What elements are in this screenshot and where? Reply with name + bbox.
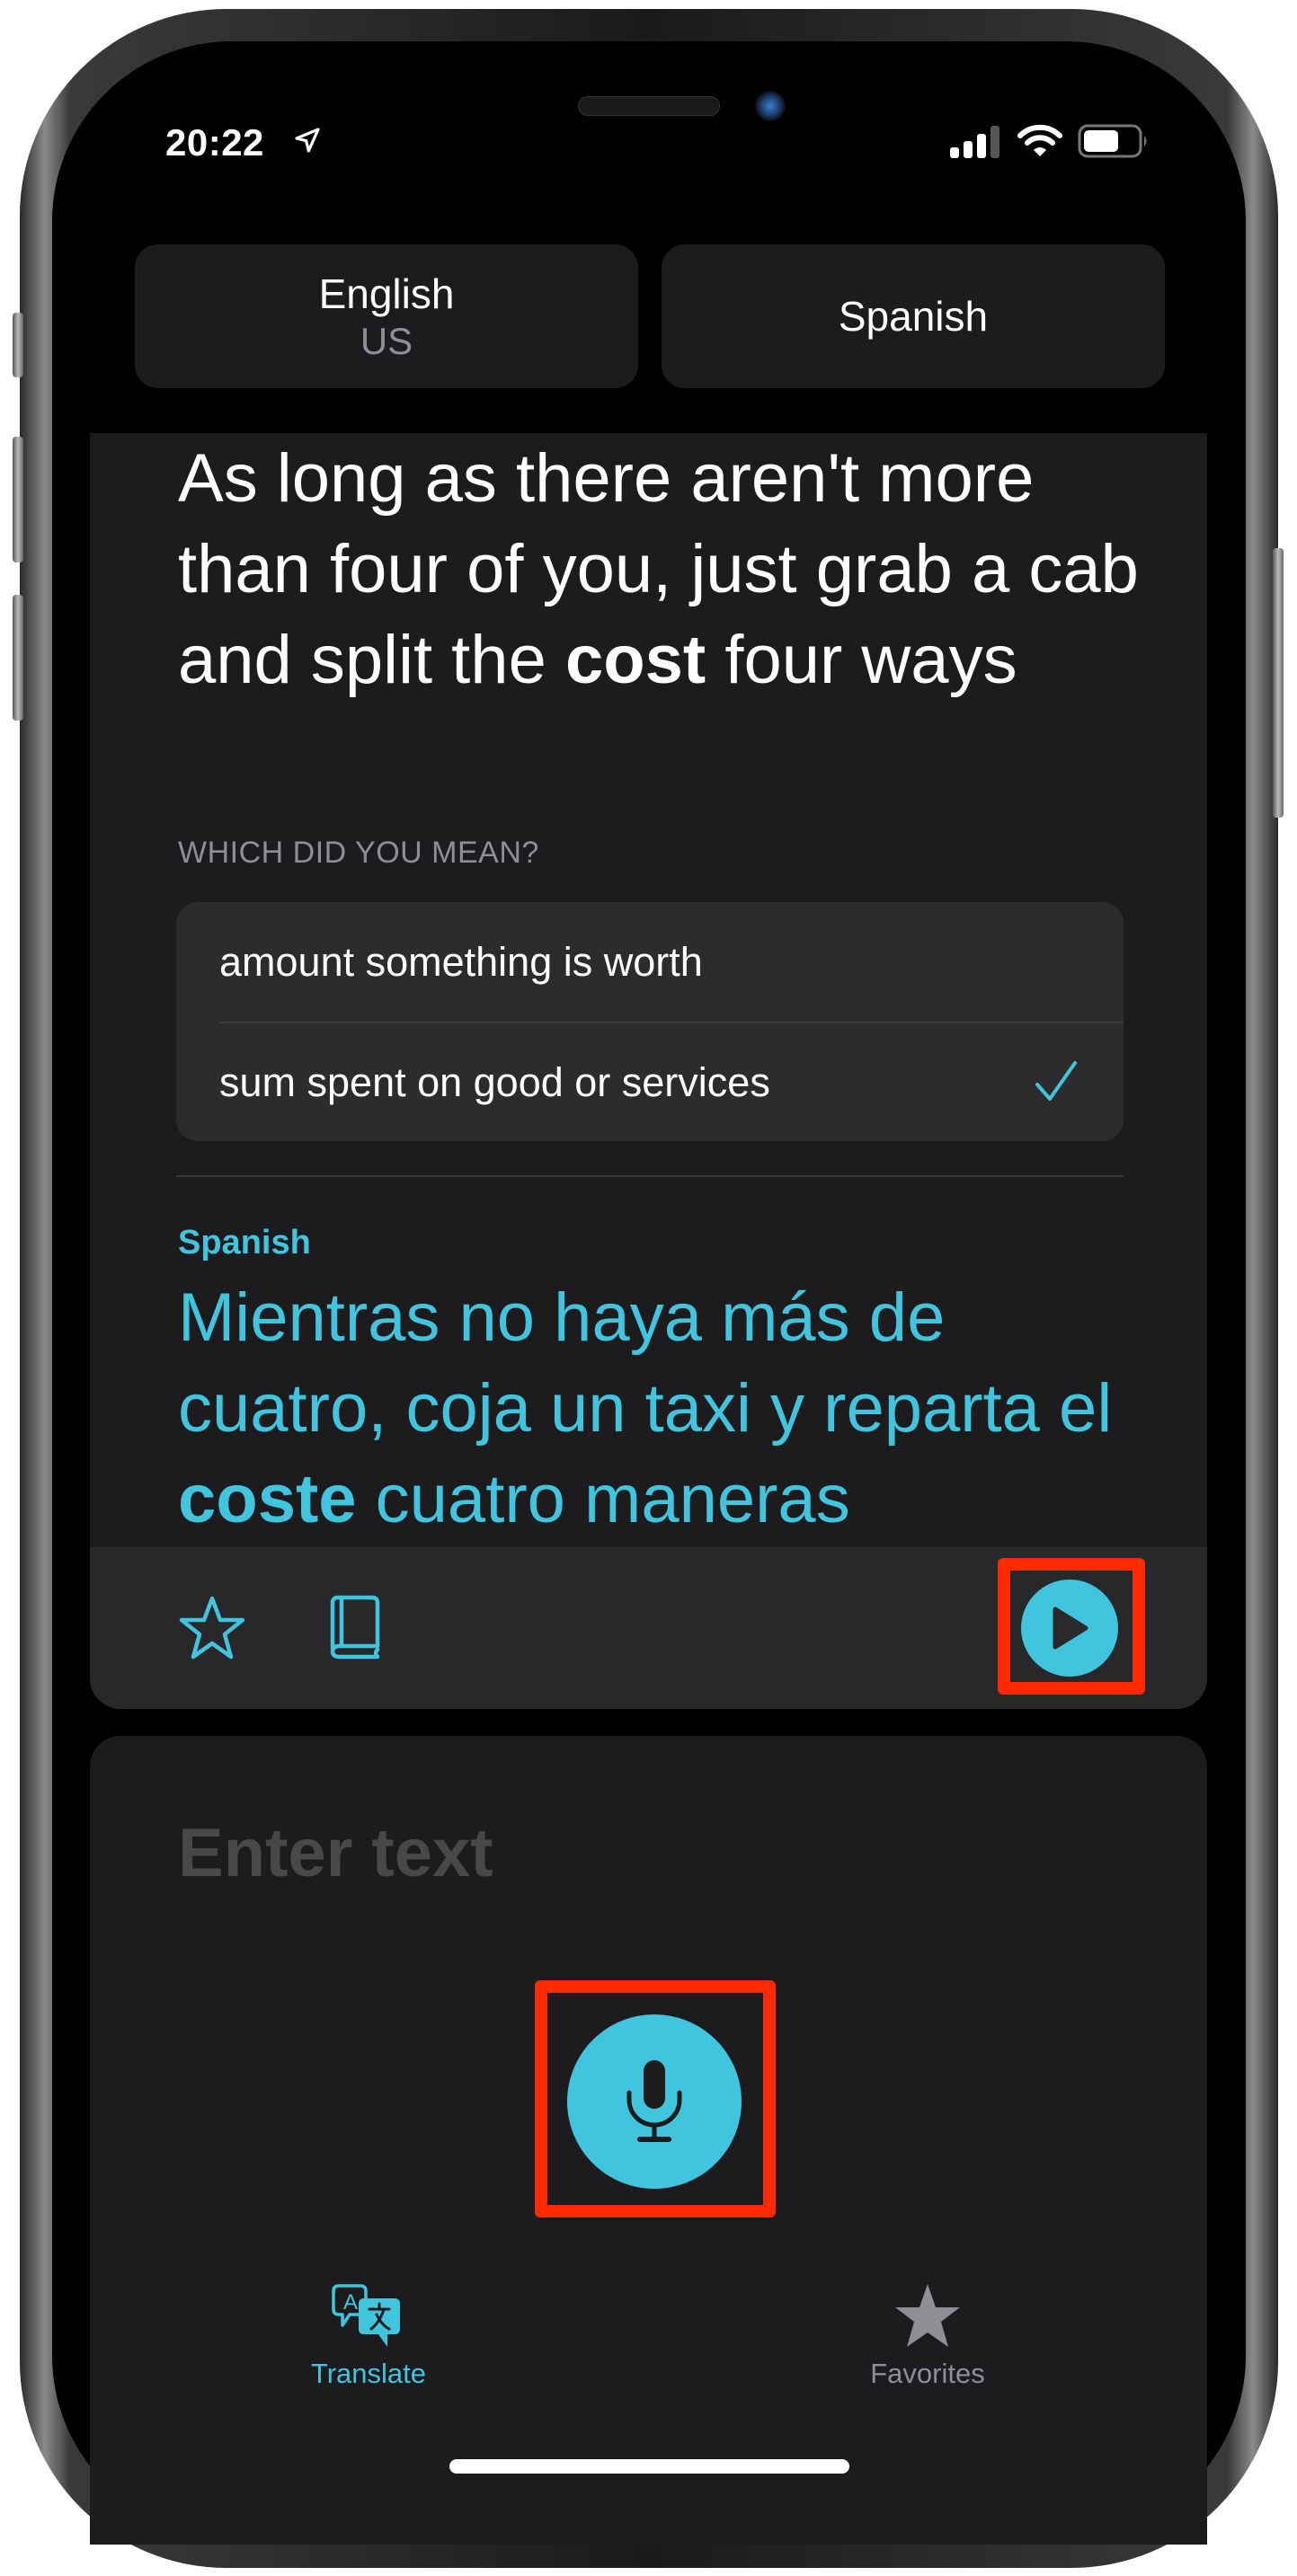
front-camera [755,91,786,121]
silent-switch [13,313,23,377]
option-label: sum spent on good or services [219,1058,770,1105]
source-highlighted-word[interactable]: cost [565,622,706,698]
svg-text:A: A [343,2290,358,2315]
source-text-part: four ways [706,622,1017,698]
battery-icon [1078,124,1147,158]
book-icon[interactable] [325,1594,385,1662]
tab-label: Favorites [870,2358,985,2389]
tab-label: Translate [310,2358,427,2389]
source-language-name: English [318,270,455,317]
target-language-name: Spanish [838,293,989,340]
input-card [90,1736,1207,2545]
status-time: 20:22 [165,121,264,164]
translated-text[interactable]: Mientras no haya más de cuatro, coja un … [178,1272,1149,1545]
text-input[interactable] [178,1808,1122,1898]
translation-card: As long as there aren't more than four o… [90,433,1207,1709]
volume-down-button [13,595,23,721]
source-language-button[interactable]: English US [135,244,638,388]
translate-bubbles-icon: A [332,2284,400,2347]
cellular-signal-icon [950,126,999,158]
wifi-icon [1017,124,1062,156]
annotation-highlight-play [998,1558,1145,1695]
tab-bar: A Translate Favorites [0,2282,1297,2390]
tab-translate[interactable]: A Translate [261,2282,476,2390]
checkmark-icon [1035,1061,1077,1101]
home-indicator[interactable] [449,2459,849,2474]
disambiguation-heading: WHICH DID YOU MEAN? [178,836,539,870]
source-text[interactable]: As long as there aren't more than four o… [178,433,1149,705]
disambiguation-option-selected[interactable]: sum spent on good or services [219,1022,1124,1141]
option-label: amount something is worth [219,938,703,985]
source-language-region: US [360,320,413,362]
target-language-label: Spanish [178,1224,311,1261]
volume-up-button [13,437,23,562]
power-button [1273,548,1284,818]
annotation-highlight-mic [535,1980,776,2217]
star-outline-icon[interactable] [178,1594,246,1662]
target-text-part: cuatro maneras [356,1461,850,1537]
translation-action-bar [90,1547,1207,1709]
target-highlighted-word[interactable]: coste [178,1461,357,1537]
target-language-button[interactable]: Spanish [662,244,1165,388]
disambiguation-option[interactable]: amount something is worth [176,902,1124,1022]
tab-favorites[interactable]: Favorites [820,2282,1035,2390]
location-arrow-icon [295,128,320,153]
section-divider [176,1175,1124,1177]
earpiece-speaker [578,96,720,116]
disambiguation-list: amount something is worth sum spent on g… [176,902,1124,1141]
star-filled-icon [895,2284,960,2347]
target-text-part: Mientras no haya más de cuatro, coja un … [178,1279,1113,1447]
